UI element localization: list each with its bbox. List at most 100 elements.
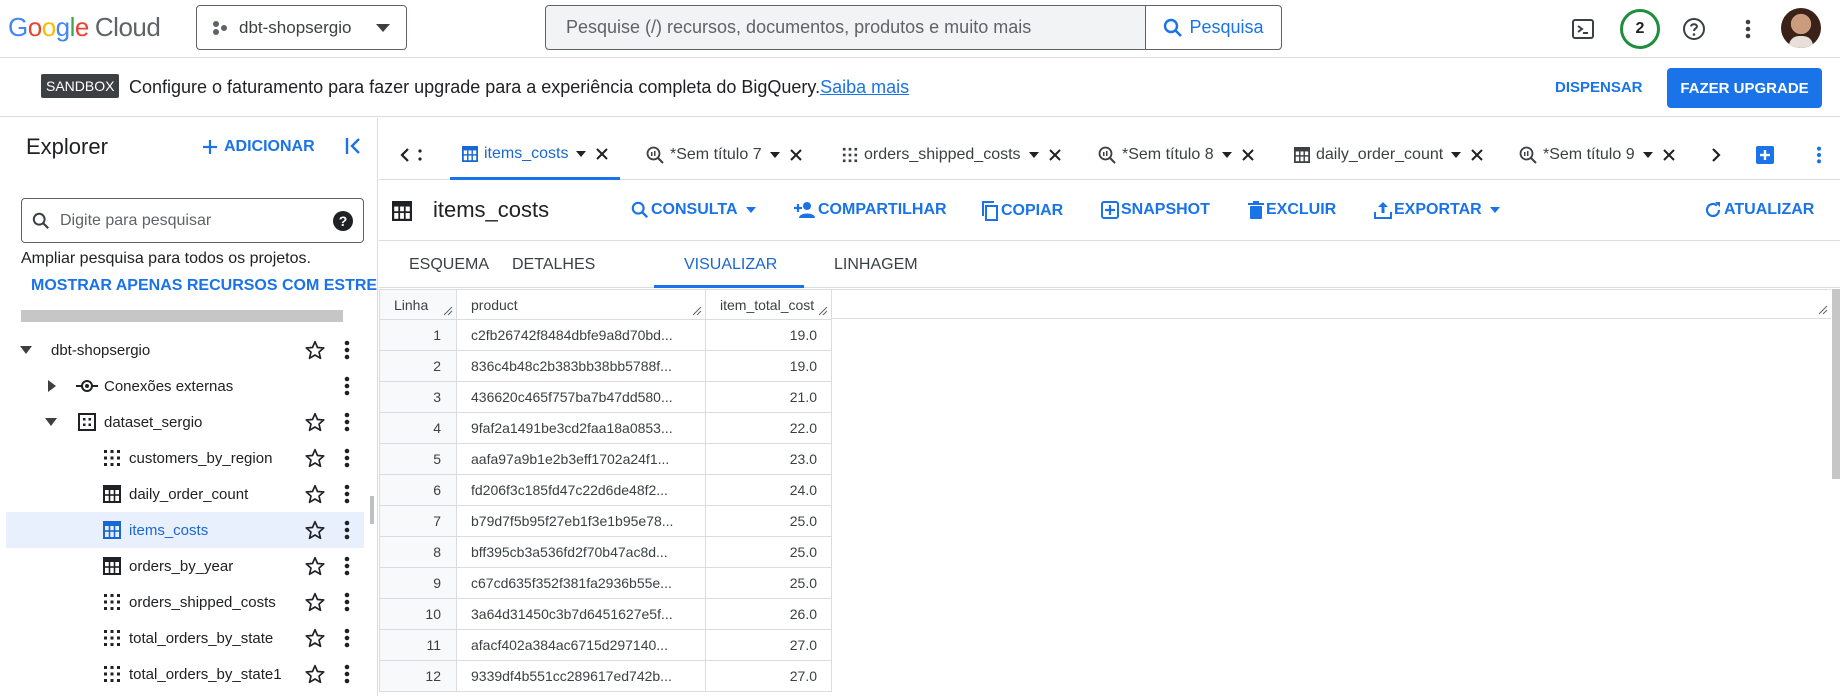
more-vert-icon[interactable] <box>344 520 350 540</box>
resize-handle-icon[interactable] <box>692 306 702 316</box>
product-cell[interactable]: c2fb26742f8484dbfe9a8d70bd... <box>456 319 706 351</box>
more-vert-icon[interactable] <box>344 376 350 396</box>
tab-items-costs[interactable]: items_costs <box>450 130 621 180</box>
more-vert-icon[interactable] <box>344 628 350 648</box>
product-cell[interactable]: 9faf2a1491be3cd2faa18a0853... <box>456 412 706 444</box>
tab-daily-order-count[interactable]: daily_order_count <box>1294 130 1483 180</box>
more-vert-icon[interactable] <box>344 340 350 360</box>
tree-item-dataset[interactable]: dataset_sergio <box>6 404 364 440</box>
item-total-cost-cell[interactable]: 19.0 <box>705 350 832 382</box>
expand-search-link[interactable]: Ampliar pesquisa para todos os projetos. <box>21 250 311 268</box>
product-cell[interactable]: fd206f3c185fd47c22d6de48f2... <box>456 474 706 506</box>
tree-item-orders-by-year[interactable]: orders_by_year <box>6 548 364 584</box>
vertical-scrollbar[interactable] <box>1832 289 1840 479</box>
item-total-cost-cell[interactable]: 19.0 <box>705 319 832 351</box>
star-icon[interactable] <box>305 520 325 540</box>
item-total-cost-cell[interactable]: 26.0 <box>705 598 832 630</box>
item-total-cost-cell[interactable]: 27.0 <box>705 629 832 661</box>
close-icon[interactable] <box>596 147 609 160</box>
refresh-button[interactable]: ATUALIZAR <box>1704 201 1814 219</box>
query-button[interactable]: CONSULTA <box>631 201 758 219</box>
snapshot-button[interactable]: SNAPSHOT <box>1101 201 1210 219</box>
tree-item-items-costs[interactable]: items_costs <box>6 512 364 548</box>
tab-sem-titulo-7[interactable]: *Sem título 7 <box>646 130 802 180</box>
table-row[interactable]: 2 836c4b48c2b383bb38bb5788f... 19.0 <box>379 350 832 382</box>
expand-down-icon[interactable] <box>45 418 57 426</box>
show-starred-button[interactable]: MOSTRAR APENAS RECURSOS COM ESTRELA <box>31 277 377 295</box>
more-vert-icon[interactable] <box>344 412 350 432</box>
tree-item-orders-shipped-costs[interactable]: orders_shipped_costs <box>6 584 364 620</box>
chevron-down-icon[interactable] <box>1451 152 1462 158</box>
tree-item-daily-order-count[interactable]: daily_order_count <box>6 476 364 512</box>
chevron-down-icon[interactable] <box>769 152 780 158</box>
horizontal-scrollbar[interactable] <box>21 310 343 322</box>
chevron-down-icon[interactable] <box>576 150 587 157</box>
close-icon[interactable] <box>1048 149 1061 161</box>
tabs-more-icon[interactable] <box>1816 130 1822 180</box>
close-icon[interactable] <box>1241 149 1254 161</box>
table-row[interactable]: 10 3a64d31450c3b7d6451627e5f... 26.0 <box>379 598 832 630</box>
tree-item-customers-by-region[interactable]: customers_by_region <box>6 440 364 476</box>
global-search-input[interactable] <box>546 6 1145 49</box>
item-total-cost-cell[interactable]: 27.0 <box>705 660 832 692</box>
avatar[interactable] <box>1781 8 1821 48</box>
share-button[interactable]: COMPARTILHAR <box>794 201 947 219</box>
more-vert-icon[interactable] <box>344 484 350 504</box>
item-total-cost-cell[interactable]: 25.0 <box>705 536 832 568</box>
tree-item-total-orders-by-state[interactable]: total_orders_by_state <box>6 620 364 656</box>
collapse-panel-icon[interactable] <box>344 136 364 156</box>
search-help-icon[interactable]: ? <box>333 210 353 231</box>
item-total-cost-cell[interactable]: 25.0 <box>705 567 832 599</box>
tab-preview[interactable]: VISUALIZAR <box>684 256 777 274</box>
row-number-cell[interactable]: 12 <box>379 660 457 692</box>
copy-button[interactable]: COPIAR <box>981 201 1063 221</box>
tab-sem-titulo-9[interactable]: *Sem título 9 <box>1519 130 1675 180</box>
more-vert-icon[interactable] <box>344 556 350 576</box>
row-number-cell[interactable]: 9 <box>379 567 457 599</box>
star-icon[interactable] <box>305 628 325 648</box>
product-cell[interactable]: afacf402a384ac6715d297140... <box>456 629 706 661</box>
tab-sem-titulo-8[interactable]: *Sem título 8 <box>1098 130 1254 180</box>
product-cell[interactable]: c67cd635f352f381fa2936b55e... <box>456 567 706 599</box>
table-row[interactable]: 1 c2fb26742f8484dbfe9a8d70bd... 19.0 <box>379 319 832 351</box>
chevron-down-icon[interactable] <box>1221 152 1232 158</box>
chevron-down-icon[interactable] <box>1028 152 1039 158</box>
item-total-cost-cell[interactable]: 22.0 <box>705 412 832 444</box>
close-icon[interactable] <box>1662 149 1675 161</box>
table-row[interactable]: 6 fd206f3c185fd47c22d6de48f2... 24.0 <box>379 474 832 506</box>
star-icon[interactable] <box>305 664 325 684</box>
product-cell[interactable]: bff395cb3a536fd2f70b47ac8d... <box>456 536 706 568</box>
learn-more-link[interactable]: Saiba mais <box>820 77 909 97</box>
delete-button[interactable]: EXCLUIR <box>1248 201 1336 219</box>
row-number-cell[interactable]: 3 <box>379 381 457 413</box>
star-icon[interactable] <box>305 448 325 468</box>
table-row[interactable]: 3 436620c465f757ba7b47dd580... 21.0 <box>379 381 832 413</box>
row-number-cell[interactable]: 8 <box>379 536 457 568</box>
tab-lineage[interactable]: LINHAGEM <box>834 256 918 274</box>
tree-item-project[interactable]: dbt-shopsergio <box>6 332 364 368</box>
chevron-down-icon[interactable] <box>1642 152 1653 158</box>
close-icon[interactable] <box>1471 149 1483 161</box>
expand-down-icon[interactable] <box>20 346 32 354</box>
resize-handle-icon[interactable] <box>818 306 828 316</box>
upgrade-button[interactable]: FAZER UPGRADE <box>1667 68 1822 108</box>
add-button[interactable]: ADICIONAR <box>202 138 315 156</box>
row-number-cell[interactable]: 2 <box>379 350 457 382</box>
dismiss-button[interactable]: DISPENSAR <box>1555 79 1643 96</box>
search-button[interactable]: Pesquisa <box>1145 6 1281 49</box>
more-vert-icon[interactable] <box>344 592 350 612</box>
table-row[interactable]: 11 afacf402a384ac6715d297140... 27.0 <box>379 629 832 661</box>
column-header-product[interactable]: product <box>456 289 706 320</box>
item-total-cost-cell[interactable]: 24.0 <box>705 474 832 506</box>
close-icon[interactable] <box>789 149 802 161</box>
table-row[interactable]: 5 aafa97a9b1e2b3eff1702a24f1... 23.0 <box>379 443 832 475</box>
tabs-scroll-right[interactable] <box>1711 130 1721 180</box>
row-number-cell[interactable]: 10 <box>379 598 457 630</box>
column-header-linha[interactable]: Linha <box>379 289 457 320</box>
explorer-search-input[interactable] <box>50 211 333 230</box>
row-number-cell[interactable]: 11 <box>379 629 457 661</box>
product-cell[interactable]: 3a64d31450c3b7d6451627e5f... <box>456 598 706 630</box>
row-number-cell[interactable]: 4 <box>379 412 457 444</box>
item-total-cost-cell[interactable]: 25.0 <box>705 505 832 537</box>
product-cell[interactable]: aafa97a9b1e2b3eff1702a24f1... <box>456 443 706 475</box>
